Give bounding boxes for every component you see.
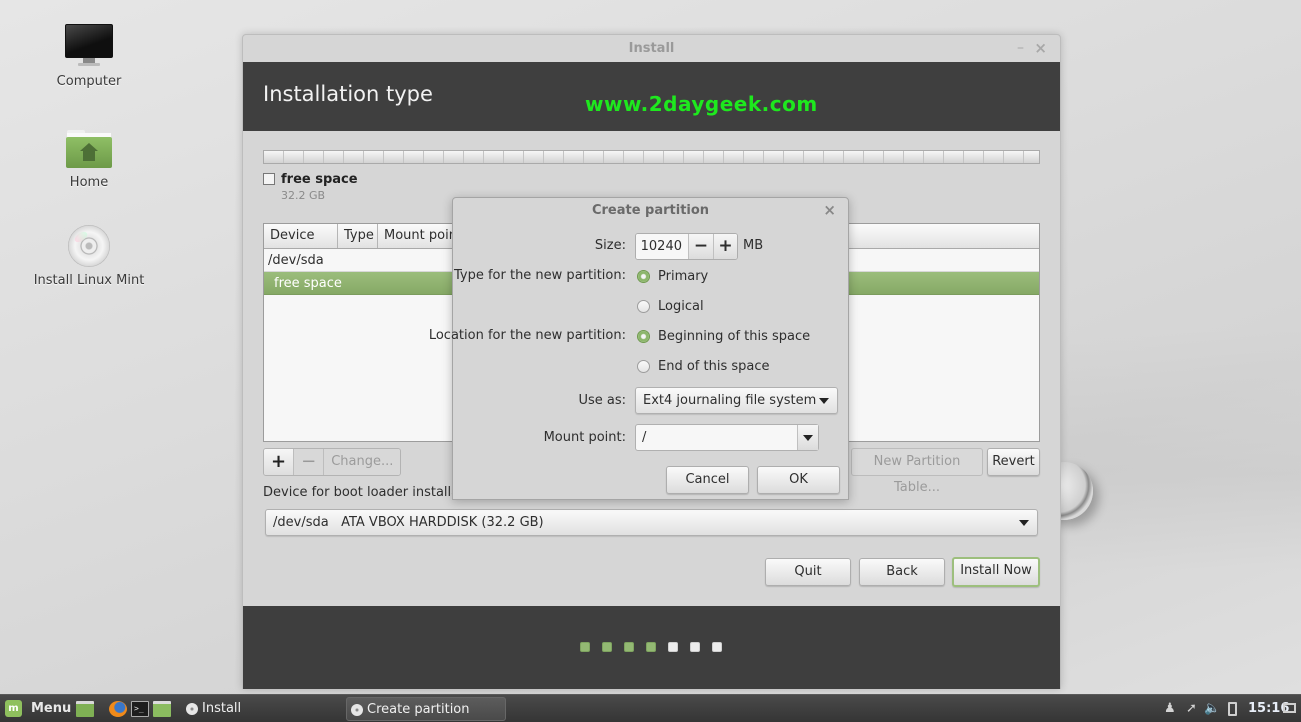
radio-end[interactable]: End of this space: [637, 359, 770, 374]
partition-toolbar: + − Change...: [263, 448, 402, 476]
home-folder-icon: [66, 130, 112, 168]
radio-logical[interactable]: Logical: [637, 299, 704, 314]
mount-point-input[interactable]: /: [636, 425, 797, 450]
quit-button[interactable]: Quit: [765, 558, 851, 586]
user-icon[interactable]: ♟: [1164, 701, 1176, 717]
chevron-down-icon: [1019, 520, 1029, 526]
ok-button[interactable]: OK: [757, 466, 840, 494]
radio-label: End of this space: [658, 359, 770, 374]
mount-point-combo[interactable]: /: [635, 424, 819, 451]
radio-button-checked[interactable]: [637, 330, 650, 343]
computer-icon: [64, 24, 114, 70]
page-title: Installation type: [263, 82, 433, 106]
step-dot-completed: [602, 642, 612, 652]
use-as-label: Use as:: [578, 393, 626, 408]
add-partition-button[interactable]: +: [264, 449, 295, 475]
watermark-text: www.2daygeek.com: [585, 92, 818, 116]
wallpaper-shading: [1060, 330, 1301, 570]
step-dot-completed: [646, 642, 656, 652]
task-label: Install: [202, 701, 242, 716]
create-partition-dialog: Create partition × Size: 10240 − + MB Ty…: [429, 197, 849, 500]
mount-point-label: Mount point:: [543, 430, 626, 445]
revert-button[interactable]: Revert: [987, 448, 1040, 476]
taskbar: m Menu >_ Install Create partition ♟ ➚ 🔈…: [0, 694, 1301, 722]
volume-icon[interactable]: 🔈: [1204, 701, 1220, 717]
step-dot-pending: [712, 642, 722, 652]
close-icon[interactable]: ×: [823, 201, 836, 219]
menu-label: Menu: [31, 701, 72, 716]
desktop-icon-install-linux-mint[interactable]: Install Linux Mint: [19, 225, 159, 288]
step-dot-pending: [668, 642, 678, 652]
step-dot-pending: [690, 642, 700, 652]
radio-button-unchecked[interactable]: [637, 300, 650, 313]
bootloader-device-select[interactable]: /dev/sda ATA VBOX HARDDISK (32.2 GB): [265, 509, 1038, 536]
radio-button-unchecked[interactable]: [637, 360, 650, 373]
firefox-icon[interactable]: [109, 701, 127, 717]
desktop-icon-home[interactable]: Home: [19, 130, 159, 190]
size-unit: MB: [743, 238, 764, 253]
cd-disc-icon: [68, 225, 110, 267]
size-label: Size:: [594, 238, 626, 253]
window-footer: [243, 606, 1060, 689]
partition-location-label: Location for the new partition:: [428, 328, 626, 343]
desktop-icon-label: Home: [69, 175, 109, 190]
window-titlebar[interactable]: Install – ×: [243, 35, 1060, 62]
files-folder-icon[interactable]: [153, 701, 171, 717]
taskbar-window-create-partition[interactable]: Create partition: [346, 697, 506, 721]
partition-type-label: Type for the new partition:: [453, 268, 626, 283]
disk-legend-size: 32.2 GB: [281, 189, 326, 202]
network-icon[interactable]: ➚: [1186, 701, 1197, 717]
minimize-icon[interactable]: –: [1017, 40, 1024, 56]
radio-label: Logical: [658, 299, 704, 314]
step-dot-completed: [580, 642, 590, 652]
cd-disc-icon: [351, 704, 363, 716]
step-progress-indicator: [580, 642, 722, 652]
step-dot-completed: [624, 642, 634, 652]
install-now-button[interactable]: Install Now: [952, 557, 1040, 587]
dialog-title: Create partition: [591, 203, 710, 218]
radio-label: Beginning of this space: [658, 329, 811, 344]
column-header-type[interactable]: Type: [338, 224, 378, 248]
disk-usage-bar: [263, 150, 1040, 164]
increment-button[interactable]: +: [713, 234, 737, 259]
radio-primary[interactable]: Primary: [637, 269, 708, 284]
bootloader-selected-value: /dev/sda ATA VBOX HARDDISK (32.2 GB): [273, 515, 544, 530]
chevron-down-icon: [803, 435, 813, 441]
size-stepper: 10240 − +: [635, 233, 738, 260]
desktop-icon-label: Install Linux Mint: [33, 273, 145, 288]
mint-logo-icon: m: [5, 700, 22, 717]
menu-button[interactable]: m Menu: [0, 695, 72, 722]
close-icon[interactable]: ×: [1034, 39, 1047, 57]
disk-legend-name: free space: [281, 172, 358, 187]
remove-partition-button[interactable]: −: [294, 449, 325, 475]
terminal-icon[interactable]: >_: [131, 701, 149, 717]
show-desktop-icon[interactable]: [76, 701, 94, 717]
use-as-value: Ext4 journaling file system: [643, 393, 817, 408]
window-title: Install: [628, 41, 675, 56]
battery-icon[interactable]: [1228, 702, 1237, 716]
new-partition-table-button[interactable]: New Partition Table...: [851, 448, 983, 495]
page-header: Installation type www.2daygeek.com: [243, 62, 1060, 131]
desktop-icon-label: Computer: [56, 74, 122, 89]
column-header-device[interactable]: Device: [264, 224, 338, 248]
taskbar-window-install[interactable]: Install: [182, 697, 342, 721]
free-space-color-swatch: [263, 173, 275, 185]
radio-beginning[interactable]: Beginning of this space: [637, 329, 810, 344]
use-as-select[interactable]: Ext4 journaling file system: [635, 387, 838, 414]
cd-disc-icon: [186, 703, 198, 715]
radio-button-checked[interactable]: [637, 270, 650, 283]
radio-label: Primary: [658, 269, 709, 284]
task-label: Create partition: [367, 702, 470, 717]
change-partition-button[interactable]: Change...: [324, 449, 401, 475]
decrement-button[interactable]: −: [689, 234, 713, 259]
mount-point-dropdown-button[interactable]: [797, 425, 818, 450]
size-input[interactable]: 10240: [636, 234, 689, 259]
desktop-icon-computer[interactable]: Computer: [19, 24, 159, 89]
back-button[interactable]: Back: [859, 558, 945, 586]
workspace-switcher-icon[interactable]: [1283, 703, 1296, 713]
cancel-button[interactable]: Cancel: [666, 466, 749, 494]
chevron-down-icon: [819, 398, 829, 404]
